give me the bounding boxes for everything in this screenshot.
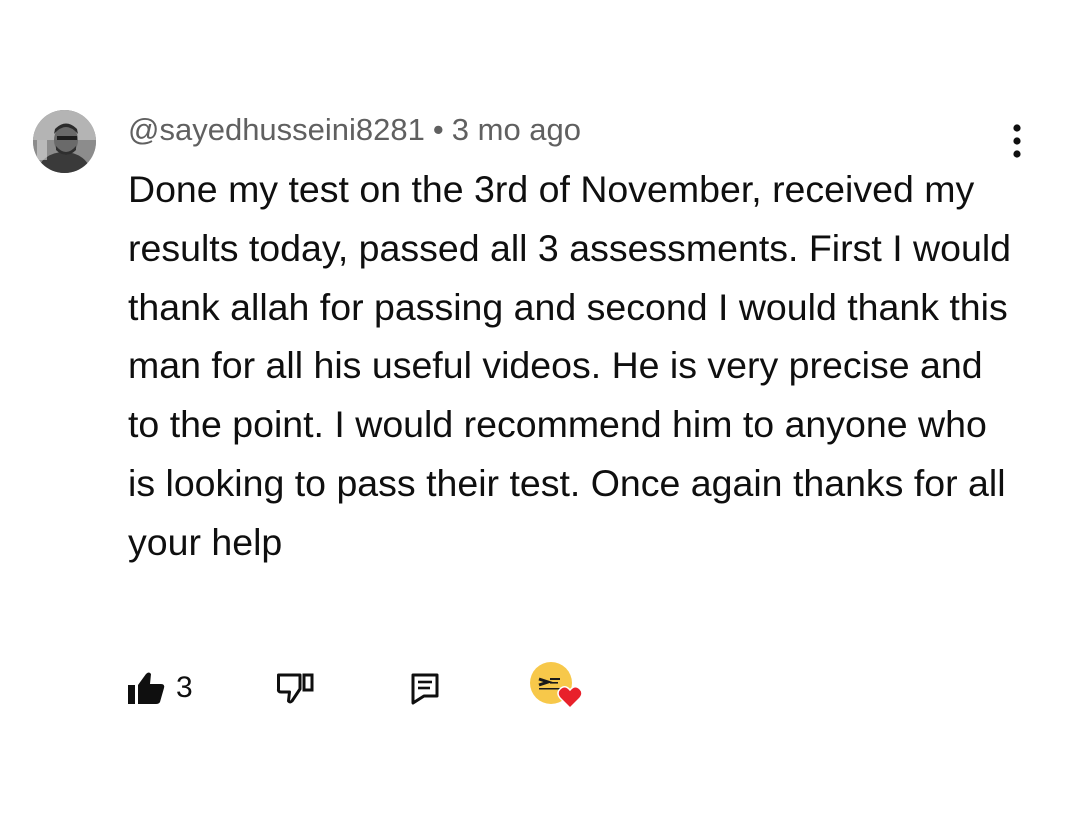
comment-reply-icon bbox=[411, 673, 439, 705]
author-handle[interactable]: @sayedhusseini8281 bbox=[128, 112, 425, 147]
reply-button[interactable] bbox=[410, 660, 440, 716]
dislike-button[interactable] bbox=[276, 660, 316, 716]
more-options-button[interactable] bbox=[1000, 119, 1034, 163]
creator-heart-badge bbox=[530, 660, 586, 716]
like-button[interactable]: 3 bbox=[126, 660, 193, 716]
avatar-photo bbox=[33, 110, 96, 173]
more-vert-icon bbox=[1013, 124, 1021, 158]
meta-separator: • bbox=[432, 112, 444, 147]
heart-icon bbox=[557, 686, 583, 709]
avatar[interactable] bbox=[33, 110, 96, 173]
thumb-up-filled-icon bbox=[128, 672, 165, 704]
comment-time: 3 mo ago bbox=[451, 112, 582, 147]
comment-text: Done my test on the 3rd of November, rec… bbox=[128, 168, 1012, 563]
like-count: 3 bbox=[176, 671, 193, 704]
thumb-down-outline-icon bbox=[276, 673, 314, 704]
comment-meta: @sayedhusseini8281 • 3 mo ago bbox=[128, 111, 581, 149]
